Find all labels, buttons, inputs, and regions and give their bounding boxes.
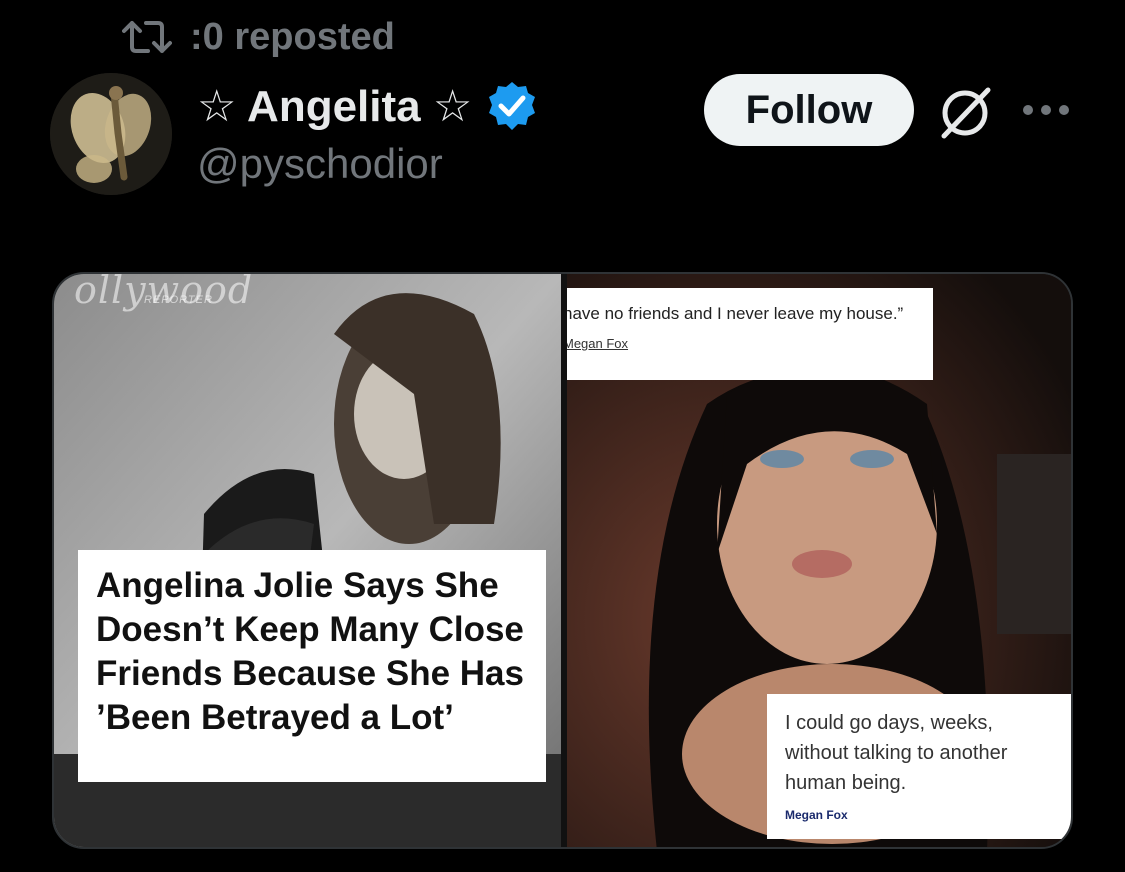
quote-text: have no friends and I never leave my hou… [567,304,904,323]
repost-text[interactable]: :0 reposted [190,16,395,59]
display-name[interactable]: ☆ Angelita ☆ [197,81,472,132]
follow-button[interactable]: Follow [704,74,914,146]
fairy-avatar [50,73,172,195]
quote-author: Megan Fox [567,336,629,351]
masthead-sub: REPORTER [144,294,213,306]
media-grid[interactable]: ollywood REPORTER Angelina Jolie Says Sh… [52,272,1073,849]
media-image-left[interactable]: ollywood REPORTER Angelina Jolie Says Sh… [54,274,561,847]
repost-icon [122,21,172,53]
quote-author: Megan Fox [785,808,848,822]
more-icon[interactable] [1020,92,1072,128]
media-image-right[interactable]: have no friends and I never leave my hou… [567,274,1071,847]
headline-card: Angelina Jolie Says She Doesn’t Keep Man… [78,550,546,782]
grok-icon[interactable] [934,82,996,144]
avatar[interactable] [50,73,172,195]
quote-card-bottom: I could go days, weeks, without talking … [767,694,1071,839]
quote-card-top: have no friends and I never leave my hou… [567,288,933,380]
headline-text: Angelina Jolie Says She Doesn’t Keep Man… [96,566,524,737]
verified-badge-icon [489,82,536,130]
repost-header: :0 reposted [122,14,395,60]
quote-text: I could go days, weeks, without talking … [785,712,1008,794]
handle[interactable]: @pyschodior [197,140,443,188]
author-name-row: ☆ Angelita ☆ [197,78,538,134]
masthead: ollywood [74,274,254,312]
